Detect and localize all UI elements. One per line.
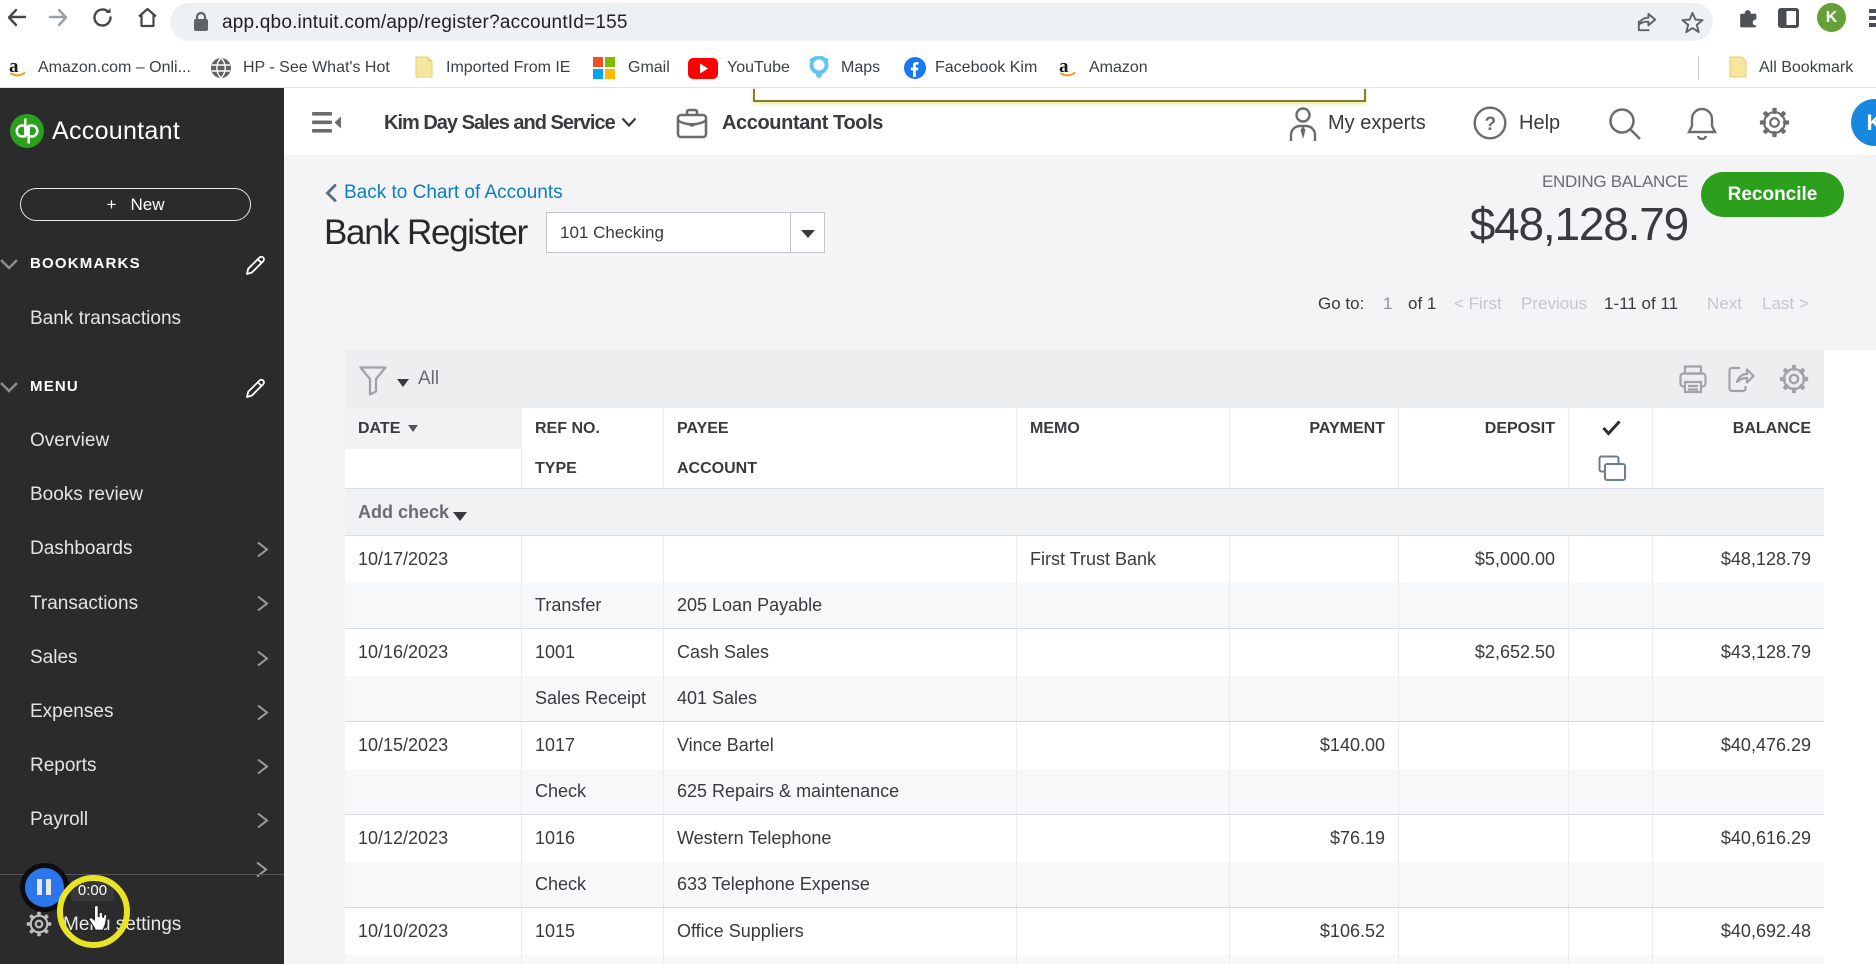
svg-text:?: ? xyxy=(1485,114,1497,135)
